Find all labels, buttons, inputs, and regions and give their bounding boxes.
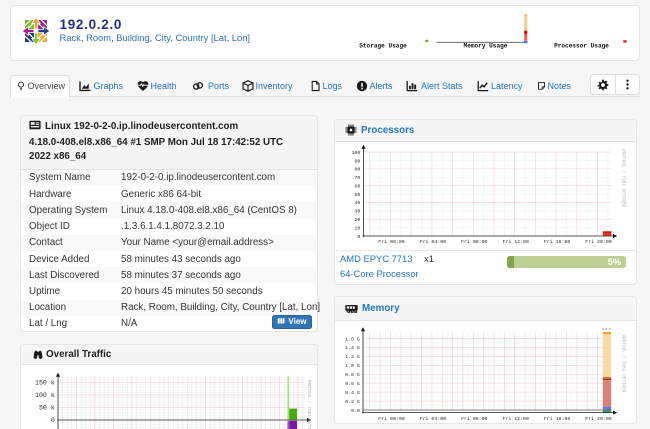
svg-text:0.2 G: 0.2 G (345, 399, 360, 405)
svg-text:50 k: 50 k (39, 405, 55, 412)
svg-text:50: 50 (354, 192, 360, 198)
svg-text:Fri 16:00: Fri 16:00 (544, 416, 570, 422)
svg-text:150 k: 150 k (35, 380, 55, 387)
svg-text:Fri 00:00: Fri 00:00 (378, 239, 404, 245)
svg-text:0.4 G: 0.4 G (345, 390, 360, 396)
svg-text:Memory Usage: Memory Usage (464, 43, 508, 50)
svg-text:Fri 04:00: Fri 04:00 (420, 239, 446, 245)
svg-text:100 k: 100 k (35, 392, 55, 399)
svg-text:20: 20 (354, 217, 360, 223)
svg-text:0.0: 0.0 (351, 408, 360, 414)
svg-text:70: 70 (354, 175, 360, 181)
svg-text:60: 60 (354, 183, 360, 189)
svg-text:Fri 12:00: Fri 12:00 (502, 239, 528, 245)
svg-text:Fri 20:00: Fri 20:00 (585, 416, 611, 422)
svg-text:40: 40 (354, 200, 360, 206)
svg-text:Storage Usage: Storage Usage (359, 43, 407, 50)
svg-text:Fri 12:00: Fri 12:00 (502, 416, 528, 422)
svg-text:1.4 G: 1.4 G (345, 345, 360, 351)
svg-text:0: 0 (357, 234, 360, 240)
svg-text:Processor Usage: Processor Usage (554, 43, 609, 50)
svg-text:0.8 G: 0.8 G (345, 372, 360, 378)
svg-text:Fri 16:00: Fri 16:00 (544, 239, 570, 245)
svg-text:Fri 00:00: Fri 00:00 (378, 416, 404, 422)
svg-text:RRDTOOL / TOBI OETIKER: RRDTOOL / TOBI OETIKER (621, 149, 626, 207)
svg-text:0: 0 (51, 417, 55, 424)
svg-text:80: 80 (354, 167, 360, 173)
svg-text:1.6 G: 1.6 G (345, 336, 360, 342)
svg-text:90: 90 (354, 158, 360, 164)
svg-text:1.0 G: 1.0 G (345, 363, 360, 369)
svg-text:Fri 20:00: Fri 20:00 (585, 239, 611, 245)
svg-text:1.2 G: 1.2 G (345, 354, 360, 360)
svg-text:30: 30 (354, 209, 360, 215)
svg-text:RRDTOOL / TOBI OETIKER: RRDTOOL / TOBI OETIKER (621, 334, 626, 392)
svg-text:Fri 08:00: Fri 08:00 (461, 239, 487, 245)
svg-text:RRDTOOL / TOBI OETIKER: RRDTOOL / TOBI OETIKER (306, 380, 311, 429)
svg-text:Fri 08:00: Fri 08:00 (461, 416, 487, 422)
svg-text:0.6 G: 0.6 G (345, 381, 360, 387)
svg-text:100: 100 (351, 150, 360, 156)
svg-text:Fri 04:00: Fri 04:00 (420, 416, 446, 422)
svg-text:10: 10 (354, 225, 360, 231)
